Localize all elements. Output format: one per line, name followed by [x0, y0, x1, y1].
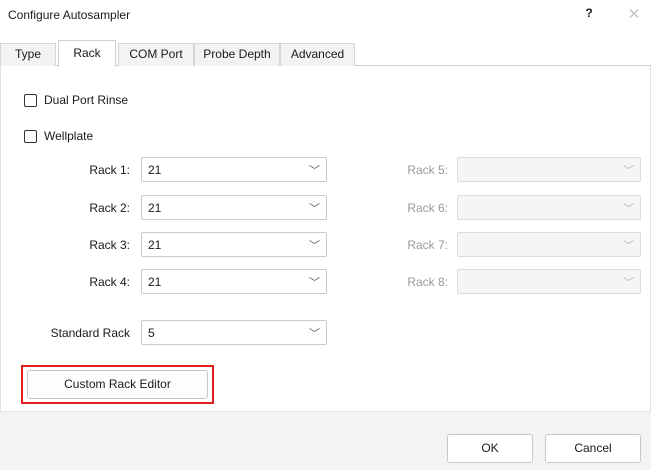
window-title: Configure Autosampler	[8, 8, 131, 22]
rack-1-select[interactable]: 21 ﹀	[141, 157, 327, 182]
rack-5-label: Rack 5:	[407, 163, 448, 177]
chevron-down-icon: ﹀	[623, 277, 634, 289]
chevron-down-icon: ﹀	[309, 203, 320, 215]
help-button[interactable]: ?	[580, 6, 598, 24]
wellplate-option[interactable]: Wellplate	[24, 128, 93, 144]
rack-4-value: 21	[148, 275, 162, 289]
chevron-down-icon: ﹀	[623, 240, 634, 252]
rack-3-value: 21	[148, 238, 162, 252]
rack-3-label: Rack 3:	[89, 238, 130, 252]
rack-1-label: Rack 1:	[89, 163, 130, 177]
rack-7-label: Rack 7:	[407, 238, 448, 252]
rack-2-select[interactable]: 21 ﹀	[141, 195, 327, 220]
rack-4-select[interactable]: 21 ﹀	[141, 269, 327, 294]
rack-6-select: ﹀	[457, 195, 641, 220]
rack-5-select: ﹀	[457, 157, 641, 182]
dual-port-rinse-label: Dual Port Rinse	[44, 93, 129, 107]
chevron-down-icon: ﹀	[309, 328, 320, 340]
tab-type[interactable]: Type	[0, 43, 56, 66]
title-bar: Configure Autosampler ? ✕	[0, 0, 651, 30]
tab-rack[interactable]: Rack	[58, 40, 116, 67]
standard-rack-label: Standard Rack	[50, 326, 130, 340]
rack-8-label: Rack 8:	[407, 275, 448, 289]
chevron-down-icon: ﹀	[623, 165, 634, 177]
rack-1-value: 21	[148, 163, 162, 177]
rack-4-label: Rack 4:	[89, 275, 130, 289]
wellplate-checkbox[interactable]	[24, 129, 37, 143]
rack-3-select[interactable]: 21 ﹀	[141, 232, 327, 257]
rack-2-value: 21	[148, 201, 162, 215]
dual-port-rinse-checkbox[interactable]	[24, 93, 37, 107]
chevron-down-icon: ﹀	[309, 277, 320, 289]
custom-rack-editor-button[interactable]: Custom Rack Editor	[27, 370, 208, 399]
dialog-footer: OK Cancel	[0, 411, 651, 470]
standard-rack-value: 5	[148, 326, 155, 340]
rack-2-label: Rack 2:	[89, 201, 130, 215]
chevron-down-icon: ﹀	[309, 165, 320, 177]
tab-advanced[interactable]: Advanced	[280, 43, 355, 66]
tab-probe-depth[interactable]: Probe Depth	[194, 43, 280, 66]
chevron-down-icon: ﹀	[309, 240, 320, 252]
rack-7-select: ﹀	[457, 232, 641, 257]
chevron-down-icon: ﹀	[623, 203, 634, 215]
tab-com-port[interactable]: COM Port	[118, 43, 194, 66]
cancel-button[interactable]: Cancel	[545, 434, 641, 463]
standard-rack-select[interactable]: 5 ﹀	[141, 320, 327, 345]
ok-button[interactable]: OK	[447, 434, 533, 463]
close-icon[interactable]: ✕	[625, 5, 643, 23]
dual-port-rinse-option[interactable]: Dual Port Rinse	[24, 92, 128, 108]
rack-8-select: ﹀	[457, 269, 641, 294]
wellplate-label: Wellplate	[44, 129, 94, 143]
tab-strip: Type Rack COM Port Probe Depth Advanced	[0, 40, 651, 67]
rack-6-label: Rack 6:	[407, 201, 448, 215]
